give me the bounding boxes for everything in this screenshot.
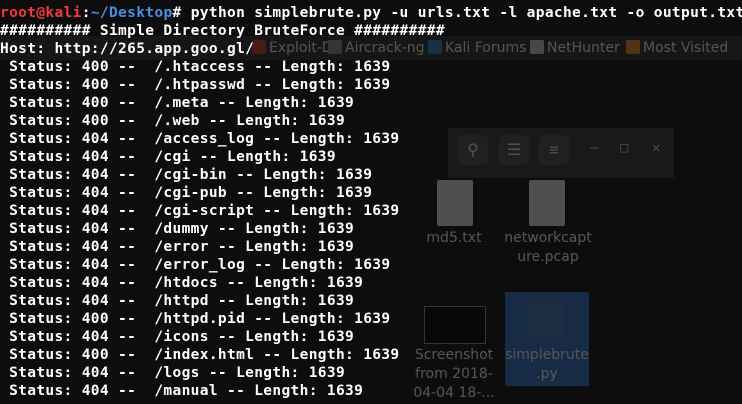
result-line: Status: 400 -- /.htpasswd -- Length: 163… xyxy=(0,77,391,93)
result-line: Status: 404 -- /htdocs -- Length: 1639 xyxy=(0,275,364,291)
result-line: Status: 404 -- /access_log -- Length: 16… xyxy=(0,131,400,147)
result-line: Status: 404 -- /cgi-pub -- Length: 1639 xyxy=(0,185,373,201)
terminal-window[interactable]: root@kali:~/Desktop# python simplebrute.… xyxy=(0,0,742,404)
result-line: Status: 404 -- /error -- Length: 1639 xyxy=(0,239,355,255)
result-line: Status: 404 -- /error_log -- Length: 163… xyxy=(0,257,391,273)
result-line: Status: 404 -- /icons -- Length: 1639 xyxy=(0,329,355,345)
prompt-user: root@kali xyxy=(0,5,82,21)
prompt-symbol: # xyxy=(172,5,182,21)
host-line: Host: http://265.app.goo.gl/ xyxy=(0,41,255,57)
result-line: Status: 400 -- /.web -- Length: 1639 xyxy=(0,113,346,129)
result-line: Status: 404 -- /httpd -- Length: 1639 xyxy=(0,293,355,309)
result-line: Status: 400 -- /httpd.pid -- Length: 163… xyxy=(0,311,391,327)
result-line: Status: 404 -- /cgi -- Length: 1639 xyxy=(0,149,336,165)
result-line: Status: 404 -- /dummy -- Length: 1639 xyxy=(0,221,355,237)
result-line: Status: 400 -- /index.html -- Length: 16… xyxy=(0,347,400,363)
prompt-separator: : xyxy=(81,5,91,21)
command-text: python simplebrute.py -u urls.txt -l apa… xyxy=(181,5,742,21)
prompt-line: root@kali:~/Desktop# python simplebrute.… xyxy=(0,4,742,22)
result-line: Status: 404 -- /manual -- Length: 1639 xyxy=(0,383,364,399)
banner-line: ########## Simple Directory BruteForce #… xyxy=(0,23,445,39)
result-line: Status: 404 -- /cgi-bin -- Length: 1639 xyxy=(0,167,373,183)
result-line: Status: 400 -- /.meta -- Length: 1639 xyxy=(0,95,355,111)
result-line: Status: 404 -- /cgi-script -- Length: 16… xyxy=(0,203,400,219)
prompt-path: ~/Desktop xyxy=(90,5,173,21)
result-line: Status: 404 -- /logs -- Length: 1639 xyxy=(0,365,346,381)
result-line: Status: 400 -- /.htaccess -- Length: 163… xyxy=(0,59,391,75)
